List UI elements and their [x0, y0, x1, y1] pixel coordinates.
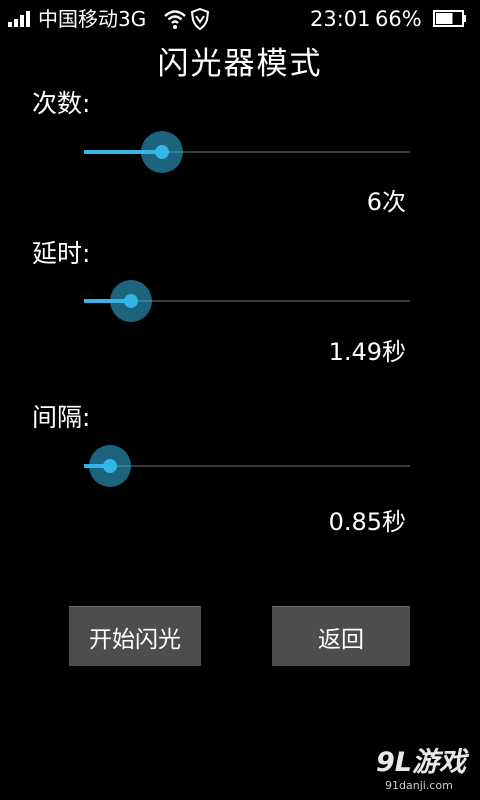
- watermark-brand: 9L游戏: [376, 747, 466, 778]
- watermark-logo: 9L游戏 91danji.com: [372, 746, 472, 796]
- signal-icon: [8, 11, 30, 27]
- count-slider[interactable]: [84, 130, 410, 174]
- carrier-name: 中国移动3G: [38, 7, 147, 31]
- shield-icon: [190, 8, 210, 30]
- page-title: 闪光器模式: [157, 46, 323, 82]
- watermark-site: 91danji.com: [385, 779, 453, 792]
- delay-value: 1.49秒: [328, 338, 406, 366]
- slider-thumb[interactable]: [89, 445, 131, 487]
- back-button[interactable]: 返回: [272, 606, 410, 666]
- slider-thumb[interactable]: [141, 131, 183, 173]
- battery-icon: [433, 10, 466, 27]
- slider-thumb[interactable]: [110, 280, 152, 322]
- count-value: 6次: [366, 188, 406, 216]
- delay-label: 延时:: [32, 239, 91, 268]
- count-label: 次数:: [32, 89, 91, 118]
- start-flash-button[interactable]: 开始闪光: [69, 606, 201, 666]
- interval-value: 0.85秒: [328, 508, 406, 536]
- battery-percent: 66%: [375, 7, 422, 31]
- slider-track: [84, 465, 410, 467]
- delay-slider[interactable]: [84, 279, 410, 323]
- wifi-icon: [164, 10, 186, 29]
- interval-label: 间隔:: [32, 403, 91, 432]
- status-bar: 中国移动3G 23:01 66%: [0, 0, 480, 38]
- interval-slider[interactable]: [84, 444, 410, 488]
- status-time: 23:01: [310, 7, 371, 31]
